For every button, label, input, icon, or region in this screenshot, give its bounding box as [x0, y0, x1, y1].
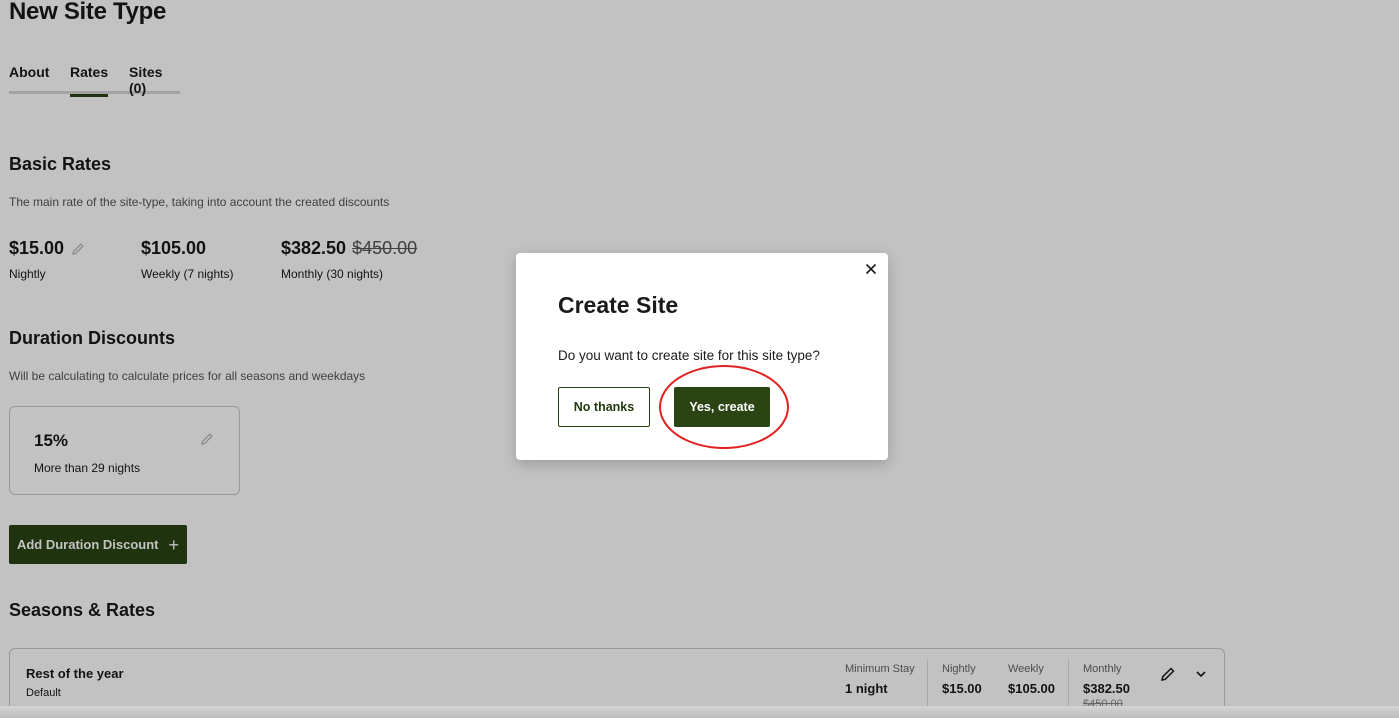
yes-create-button[interactable]: Yes, create	[674, 387, 770, 427]
create-site-dialog: Create Site Do you want to create site f…	[516, 253, 888, 460]
dialog-message: Do you want to create site for this site…	[558, 348, 820, 363]
no-thanks-button[interactable]: No thanks	[558, 387, 650, 427]
dialog-title: Create Site	[558, 292, 679, 318]
horizontal-scrollbar[interactable]	[0, 706, 1399, 718]
close-icon[interactable]	[864, 262, 878, 276]
